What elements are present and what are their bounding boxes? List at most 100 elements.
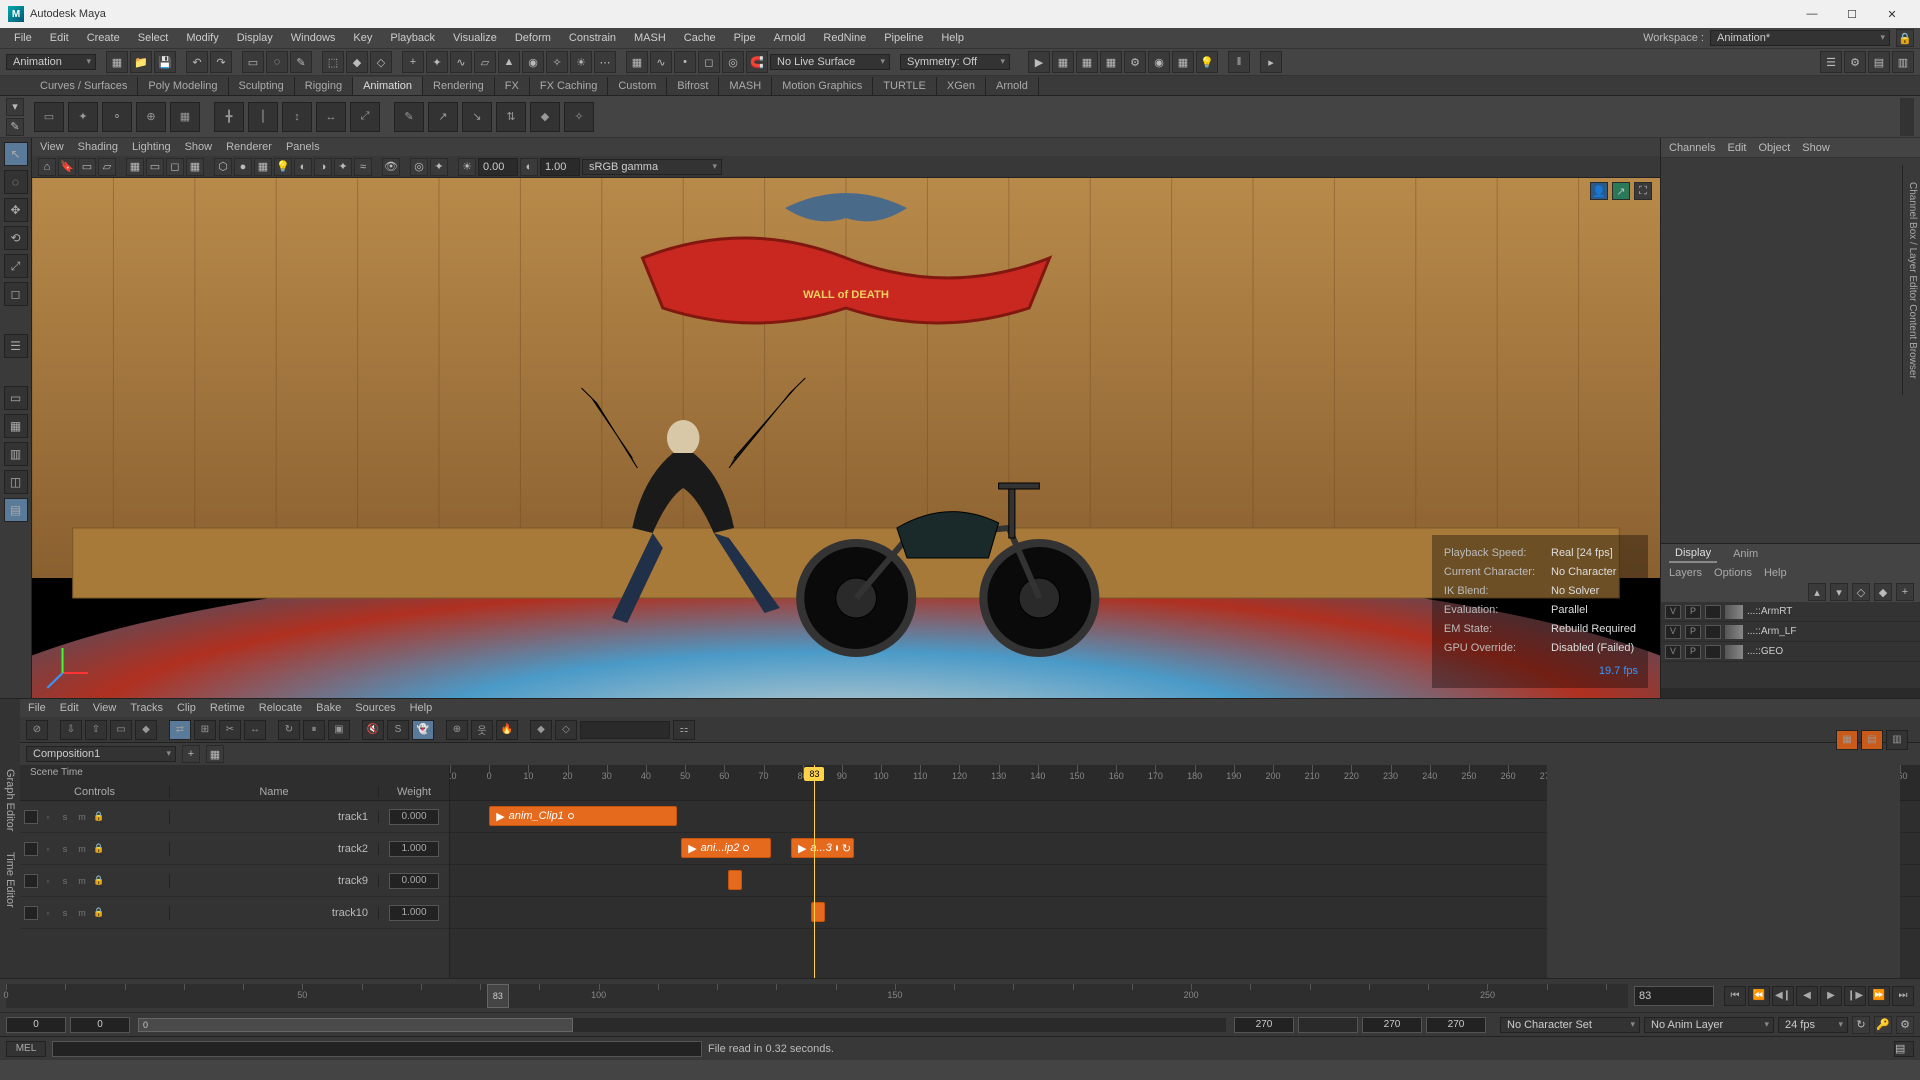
vp-xray-button[interactable]: ◎ bbox=[410, 158, 428, 176]
te-key-button[interactable]: ◆ bbox=[530, 720, 552, 740]
shelf-icon-9[interactable]: ↔ bbox=[316, 102, 346, 132]
te-playhead[interactable]: 83 bbox=[814, 765, 815, 978]
lasso-tool[interactable]: ◌ bbox=[4, 170, 28, 194]
te-search-field[interactable] bbox=[580, 721, 670, 739]
vp-menu-show[interactable]: Show bbox=[185, 141, 213, 153]
step-fwd-button[interactable]: ❙▶ bbox=[1844, 986, 1866, 1006]
toggle-attr-button[interactable]: ▤ bbox=[1868, 51, 1890, 73]
range-slider[interactable]: 0 bbox=[138, 1018, 1226, 1032]
chbox-menu-show[interactable]: Show bbox=[1802, 142, 1830, 154]
shelf-tab-fx[interactable]: FX bbox=[495, 77, 530, 95]
paint-select-button[interactable]: ✎ bbox=[290, 51, 312, 73]
menu-display[interactable]: Display bbox=[229, 30, 281, 46]
current-frame-field[interactable] bbox=[1634, 986, 1714, 1006]
te-char-button[interactable]: 웃 bbox=[471, 720, 493, 740]
shelf-icon-13[interactable]: ↘ bbox=[462, 102, 492, 132]
go-end-button[interactable]: ⏭ bbox=[1892, 986, 1914, 1006]
vp-fullscreen-icon[interactable]: ⛶ bbox=[1634, 182, 1652, 200]
vp-textured-button[interactable]: ▦ bbox=[254, 158, 272, 176]
track-solo-icon[interactable]: s bbox=[58, 874, 72, 888]
shelf-icon-14[interactable]: ⇅ bbox=[496, 102, 526, 132]
outliner-button[interactable]: ☰ bbox=[4, 334, 28, 358]
script-editor-button[interactable]: ▤ bbox=[1894, 1041, 1914, 1057]
shelf-tab-curves-surfaces[interactable]: Curves / Surfaces bbox=[30, 77, 138, 95]
te-view2-button[interactable]: ▤ bbox=[1861, 730, 1883, 750]
te-ghost-button[interactable]: 👻 bbox=[412, 720, 434, 740]
shelf-scroll[interactable] bbox=[1900, 98, 1914, 136]
menu-visualize[interactable]: Visualize bbox=[445, 30, 505, 46]
layer-add-button[interactable]: + bbox=[1896, 583, 1914, 601]
time-editor-tab[interactable]: Time Editor bbox=[4, 852, 16, 908]
te-mute-button[interactable]: 🔇 bbox=[362, 720, 384, 740]
te-trim-button[interactable]: ✂ bbox=[219, 720, 241, 740]
layer-color-swatch[interactable] bbox=[1725, 605, 1743, 619]
mask-handle-button[interactable]: + bbox=[402, 51, 424, 73]
layer-color-swatch[interactable] bbox=[1725, 645, 1743, 659]
shelf-icon-6[interactable]: ╋ bbox=[214, 102, 244, 132]
shelf-icon-7[interactable]: ⎮ bbox=[248, 102, 278, 132]
vp-imgplane-button[interactable]: ▭ bbox=[78, 158, 96, 176]
lasso-select-button[interactable]: ◌ bbox=[266, 51, 288, 73]
te-timeline[interactable]: -100102030405060708090100110120130140150… bbox=[450, 765, 1920, 978]
mask-misc-button[interactable]: ⋯ bbox=[594, 51, 616, 73]
vp-menu-lighting[interactable]: Lighting bbox=[132, 141, 171, 153]
vp-user-icon[interactable]: 👤 bbox=[1590, 182, 1608, 200]
layout-custom-button[interactable]: ▤ bbox=[4, 498, 28, 522]
te-scale-button[interactable]: ↔ bbox=[244, 720, 266, 740]
snap-grid-button[interactable]: ▦ bbox=[626, 51, 648, 73]
shelf-tab-sculpting[interactable]: Sculpting bbox=[229, 77, 295, 95]
vp-wireframe-button[interactable]: ⬡ bbox=[214, 158, 232, 176]
track-solo-icon[interactable]: s bbox=[58, 906, 72, 920]
te-hold-button[interactable]: ⏸ bbox=[303, 720, 325, 740]
vp-lights-button[interactable]: 💡 bbox=[274, 158, 292, 176]
range-end-field[interactable]: 270 bbox=[1362, 1017, 1422, 1033]
move-tool[interactable]: ✥ bbox=[4, 198, 28, 222]
toggle-chbox-button[interactable]: ☰ bbox=[1820, 51, 1842, 73]
shelf-icon-8[interactable]: ↕ bbox=[282, 102, 312, 132]
layer-color-swatch[interactable] bbox=[1725, 625, 1743, 639]
shelf-tab-motion-graphics[interactable]: Motion Graphics bbox=[772, 77, 873, 95]
vp-2d-button[interactable]: ▱ bbox=[98, 158, 116, 176]
vp-menu-panels[interactable]: Panels bbox=[286, 141, 320, 153]
te-group-button[interactable]: ▣ bbox=[328, 720, 350, 740]
track-ghost-icon[interactable]: ◦ bbox=[41, 810, 55, 824]
range-handle[interactable]: 0 bbox=[138, 1018, 573, 1032]
shelf-tab-animation[interactable]: Animation bbox=[353, 77, 423, 95]
menu-playback[interactable]: Playback bbox=[382, 30, 443, 46]
menu-create[interactable]: Create bbox=[79, 30, 128, 46]
layer-playback-toggle[interactable]: P bbox=[1685, 645, 1701, 659]
vp-fieldchart-button[interactable]: ▦ bbox=[186, 158, 204, 176]
track-solo-icon[interactable]: s bbox=[58, 842, 72, 856]
snap-plane-button[interactable]: ◻ bbox=[698, 51, 720, 73]
range-slider-end[interactable] bbox=[1298, 1017, 1358, 1033]
last-tool[interactable]: ◻ bbox=[4, 282, 28, 306]
sel-component-button[interactable]: ◇ bbox=[370, 51, 392, 73]
clip[interactable] bbox=[728, 870, 742, 890]
track-ghost-icon[interactable]: ◦ bbox=[41, 906, 55, 920]
vp-exposure-icon[interactable]: ☀ bbox=[458, 158, 476, 176]
track-enable-toggle[interactable] bbox=[24, 906, 38, 920]
layer-new-button[interactable]: ◆ bbox=[1874, 583, 1892, 601]
track-ghost-icon[interactable]: ◦ bbox=[41, 842, 55, 856]
mask-joint-button[interactable]: ✦ bbox=[426, 51, 448, 73]
pause-eval-button[interactable]: ‖ bbox=[1228, 51, 1250, 73]
snap-live-button[interactable]: ◎ bbox=[722, 51, 744, 73]
symmetry-dropdown[interactable]: Symmetry: Off bbox=[900, 54, 1010, 70]
track-enable-toggle[interactable] bbox=[24, 874, 38, 888]
open-scene-button[interactable]: 📁 bbox=[130, 51, 152, 73]
script-lang-button[interactable]: MEL bbox=[6, 1041, 46, 1057]
vp-resgate-button[interactable]: ◻ bbox=[166, 158, 184, 176]
layer-tab-display[interactable]: Display bbox=[1669, 545, 1717, 563]
graph-editor-tab[interactable]: Graph Editor bbox=[4, 769, 16, 831]
shelf-menu-button[interactable]: ▾ bbox=[6, 98, 24, 116]
layer-menu-layers[interactable]: Layers bbox=[1669, 567, 1702, 579]
shelf-tab-custom[interactable]: Custom bbox=[608, 77, 667, 95]
vp-shaded-button[interactable]: ● bbox=[234, 158, 252, 176]
prefs-button[interactable]: ⚙ bbox=[1896, 1016, 1914, 1034]
select-mode-button[interactable]: ▭ bbox=[242, 51, 264, 73]
menu-pipeline[interactable]: Pipeline bbox=[876, 30, 931, 46]
track-solo-icon[interactable]: s bbox=[58, 810, 72, 824]
track-mute-icon[interactable]: m bbox=[75, 906, 89, 920]
track-weight-field[interactable]: 0.000 bbox=[389, 809, 439, 825]
vp-motion-button[interactable]: ≈ bbox=[354, 158, 372, 176]
